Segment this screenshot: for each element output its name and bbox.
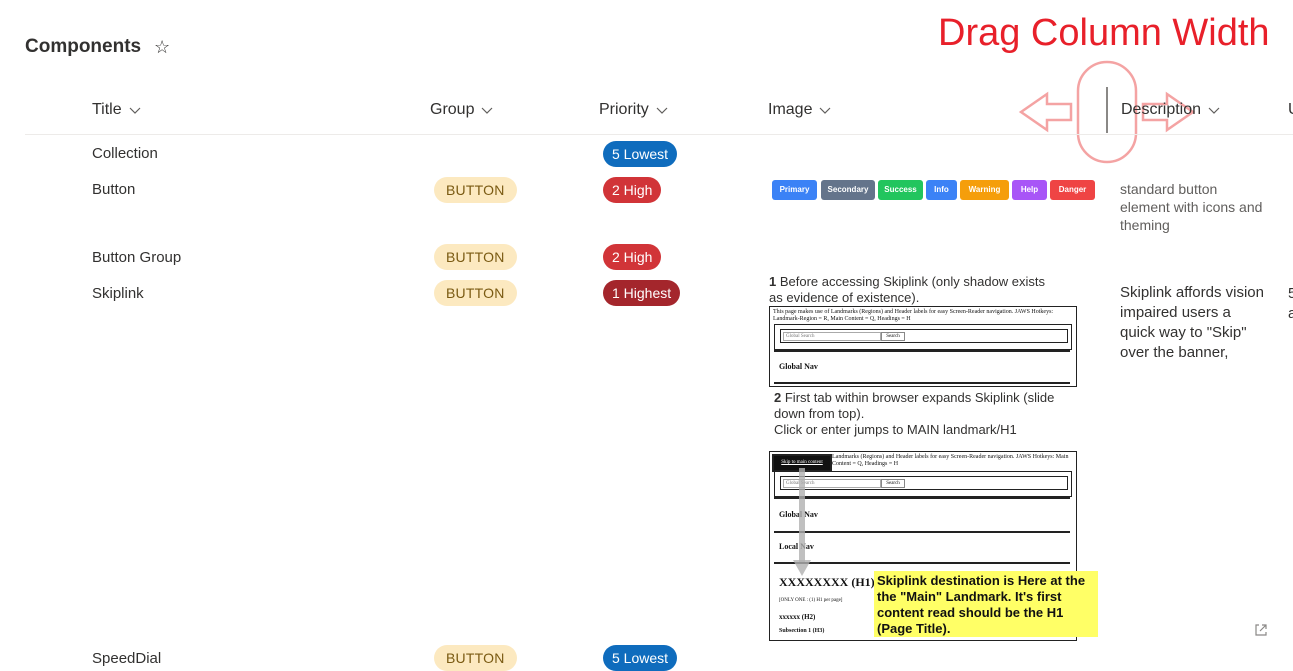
global-nav-label: Global Nav (779, 362, 818, 371)
group-badge: BUTTON (434, 280, 517, 306)
step-text: Before accessing Skiplink (only shadow e… (779, 274, 1046, 289)
column-header-priority-label: Priority (599, 101, 649, 118)
column-header-description[interactable]: Description (1121, 101, 1221, 119)
preview-help-button: Help (1012, 180, 1047, 200)
preview-info-button: Info (926, 180, 957, 200)
column-header-title-label: Title (92, 101, 122, 118)
screenshot-global-nav: Global Nav (774, 497, 1070, 533)
screenshot-search-box: Global Search Search (780, 329, 1068, 343)
row-description: Skiplink affords vision impaired users a… (1120, 284, 1264, 361)
chevron-down-icon (482, 107, 493, 114)
step-text: First tab within browser expands Skiplin… (784, 390, 1055, 405)
screenshot-global-nav: Global Nav (774, 350, 1070, 384)
screenshot-search-region: Global Search Search (774, 324, 1072, 350)
screenshot-h3: Subsection 1 (H3) (779, 628, 825, 634)
preview-danger-button: Danger (1050, 180, 1095, 200)
column-header-group-label: Group (430, 101, 475, 118)
priority-badge: 5 Lowest (603, 141, 678, 167)
chevron-down-icon (1208, 107, 1220, 114)
column-header-priority[interactable]: Priority (599, 101, 669, 119)
favorite-star-icon[interactable]: ☆ (154, 37, 170, 58)
row-extra-cell: a (1288, 305, 1293, 322)
column-header-next[interactable]: U (1288, 101, 1293, 119)
skip-down-arrow-icon (793, 468, 811, 576)
screenshot-search-box: Global Search Search (780, 476, 1068, 490)
column-resize-handle[interactable] (1106, 87, 1108, 133)
header-divider (25, 134, 1293, 135)
priority-badge: 2 High (603, 177, 662, 203)
screenshot-search-button: Search (881, 479, 905, 488)
row-title[interactable]: Button Group (92, 249, 181, 266)
column-header-description-label: Description (1121, 101, 1202, 118)
screenshot-search-region: Global Search Search (774, 471, 1072, 497)
group-badge: BUTTON (434, 244, 517, 270)
column-header-image-label: Image (768, 101, 813, 118)
preview-primary-button: Primary (772, 180, 817, 200)
chevron-down-icon (129, 107, 141, 114)
step-number: 1 (769, 274, 777, 289)
screenshot-h2: xxxxxx (H2) (779, 613, 816, 621)
priority-badge: 5 Lowest (603, 645, 678, 671)
skiplink-callout-note: Skiplink destination is Here at the the … (874, 571, 1098, 637)
group-badge: BUTTON (434, 177, 517, 203)
screenshot-header-text: This page makes use of Landmarks (Region… (773, 309, 1054, 322)
priority-badge: 1 Highest (603, 280, 681, 306)
chevron-down-icon (820, 107, 831, 114)
preview-success-button: Success (878, 180, 923, 200)
row-title[interactable]: Skiplink (92, 285, 144, 302)
step-text: Click or enter jumps to MAIN landmark/H1 (774, 422, 1017, 437)
preview-warning-button: Warning (960, 180, 1009, 200)
column-header-title[interactable]: Title (92, 101, 142, 119)
row-title[interactable]: SpeedDial (92, 650, 161, 667)
group-badge: BUTTON (434, 645, 517, 671)
step-text: down from top). (774, 406, 865, 421)
page-title: Components (25, 36, 142, 57)
row-title[interactable]: Collection (92, 145, 158, 162)
row-title[interactable]: Button (92, 181, 135, 198)
skiplink-step1-text: 1 Before accessing Skiplink (only shadow… (769, 274, 1069, 306)
screenshot-only-one-note: [ONLY ONE : (1) H1 per page] (779, 598, 843, 603)
column-header-image[interactable]: Image (768, 101, 832, 119)
step-number: 2 (774, 390, 782, 405)
chevron-down-icon (656, 107, 668, 114)
skiplink-step2-text: 2 First tab within browser expands Skipl… (774, 390, 1074, 438)
screenshot-header-text: Landmarks (Regions) and Header labels fo… (832, 454, 1069, 467)
drag-column-width-caption: Drag Column Width (938, 12, 1270, 54)
preview-secondary-button: Secondary (821, 180, 875, 200)
row-extra-cell: 5 (1288, 285, 1293, 302)
screenshot-search-button: Search (881, 332, 905, 341)
screenshot-search-input: Global Search (783, 332, 881, 341)
priority-badge: 2 High (603, 244, 662, 270)
skiplink-screenshot-before: This page makes use of Landmarks (Region… (769, 306, 1077, 387)
step-text: as evidence of existence). (769, 290, 920, 305)
open-in-new-icon[interactable] (1253, 622, 1269, 638)
row-description: standard button element with icons and t… (1120, 181, 1263, 233)
column-header-group[interactable]: Group (430, 101, 494, 119)
screenshot-local-nav: Local Nav (774, 532, 1070, 564)
button-preview-image: Primary Secondary Success Info Warning H… (772, 180, 1097, 201)
